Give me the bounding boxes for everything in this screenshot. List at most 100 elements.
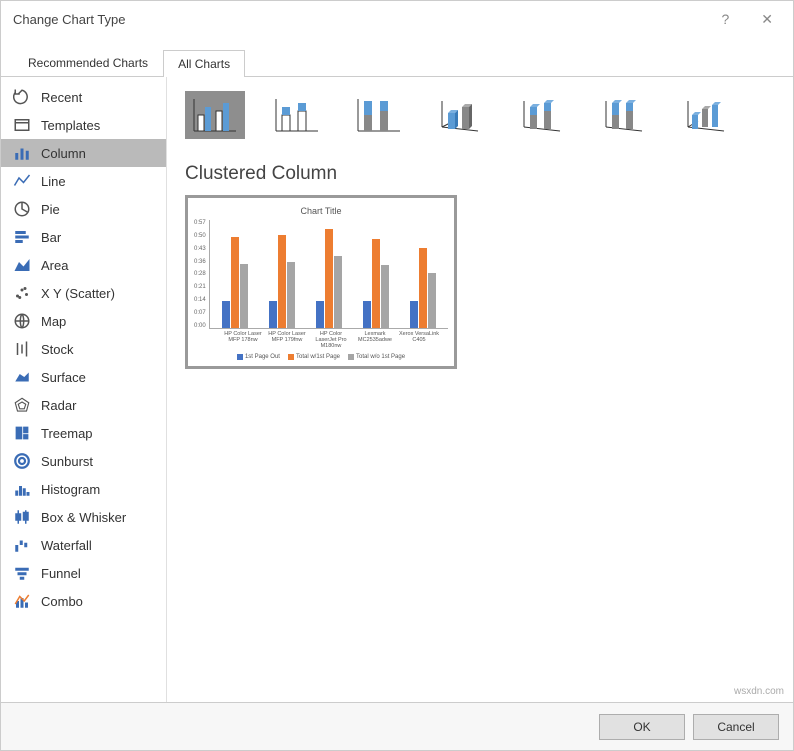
bar [381, 265, 389, 327]
bar-group [410, 220, 436, 328]
sidebar-item-area[interactable]: Area [1, 251, 166, 279]
cancel-button[interactable]: Cancel [693, 714, 779, 740]
subtype-100-stacked-column[interactable] [349, 91, 409, 139]
sidebar-item-surface[interactable]: Surface [1, 363, 166, 391]
sidebar-item-bar[interactable]: Bar [1, 223, 166, 251]
sidebar-item-boxwhisker[interactable]: Box & Whisker [1, 503, 166, 531]
y-axis: 0:570:500:430:360:280:210:140:070:00 [194, 220, 209, 329]
bar-group [363, 220, 389, 328]
sidebar-item-stock[interactable]: Stock [1, 335, 166, 363]
legend-item: Total w/1st Page [288, 354, 340, 360]
sidebar-label: Treemap [41, 426, 93, 441]
subtype-stacked-column[interactable] [267, 91, 327, 139]
sidebar-item-map[interactable]: Map [1, 307, 166, 335]
bar [372, 239, 380, 328]
sidebar-label: Surface [41, 370, 86, 385]
sidebar-label: Radar [41, 398, 76, 413]
y-tick: 0:07 [194, 310, 206, 316]
dialog-content: Recent Templates Column Line Pie Bar [1, 77, 793, 702]
bar [428, 273, 436, 328]
sidebar-label: Stock [41, 342, 74, 357]
main-panel: Clustered Column Chart Title 0:570:500:4… [167, 77, 793, 702]
dialog-footer: OK Cancel [1, 702, 793, 750]
subtype-3d-stacked-column[interactable] [513, 91, 573, 139]
close-button[interactable]: ✕ [753, 7, 781, 32]
surface-chart-icon [13, 368, 31, 386]
histogram-chart-icon [13, 480, 31, 498]
sidebar-item-treemap[interactable]: Treemap [1, 419, 166, 447]
bar [278, 235, 286, 328]
bar [240, 264, 248, 328]
sidebar-label: Area [41, 258, 68, 273]
map-chart-icon [13, 312, 31, 330]
sidebar-label: Map [41, 314, 66, 329]
sidebar-label: Histogram [41, 482, 100, 497]
sidebar-item-radar[interactable]: Radar [1, 391, 166, 419]
legend-swatch [237, 354, 243, 360]
radar-chart-icon [13, 396, 31, 414]
stock-chart-icon [13, 340, 31, 358]
combo-chart-icon [13, 592, 31, 610]
sidebar-item-line[interactable]: Line [1, 167, 166, 195]
recent-icon [13, 88, 31, 106]
titlebar-controls: ? ✕ [713, 7, 781, 32]
sidebar-label: Funnel [41, 566, 81, 581]
y-tick: 0:36 [194, 259, 206, 265]
bar [410, 301, 418, 327]
x-axis: HP Color Laser MFP 178nwHP Color Laser M… [201, 329, 441, 351]
help-button[interactable]: ? [713, 7, 737, 31]
x-tick: HP Color Laser MFP 179fnw [265, 331, 309, 349]
sidebar-item-histogram[interactable]: Histogram [1, 475, 166, 503]
tab-all-charts[interactable]: All Charts [163, 50, 245, 77]
legend-item: Total w/o 1st Page [348, 354, 405, 360]
subtype-3d-100-stacked-column[interactable] [595, 91, 655, 139]
sidebar-item-templates[interactable]: Templates [1, 111, 166, 139]
legend-swatch [348, 354, 354, 360]
column-chart-icon [13, 144, 31, 162]
subtype-clustered-column[interactable] [185, 91, 245, 139]
y-tick: 0:14 [194, 297, 206, 303]
bar [231, 237, 239, 328]
sidebar-label: Recent [41, 90, 82, 105]
sidebar-item-pie[interactable]: Pie [1, 195, 166, 223]
chart-preview[interactable]: Chart Title 0:570:500:430:360:280:210:14… [185, 195, 457, 369]
sidebar-item-funnel[interactable]: Funnel [1, 559, 166, 587]
watermark: wsxdn.com [734, 686, 784, 697]
subtype-3d-clustered-column[interactable] [431, 91, 491, 139]
legend-item: 1st Page Out [237, 354, 280, 360]
sidebar-label: Line [41, 174, 66, 189]
sidebar-item-column[interactable]: Column [1, 139, 166, 167]
y-tick: 0:43 [194, 246, 206, 252]
y-tick: 0:57 [194, 220, 206, 226]
bar [419, 248, 427, 327]
subtype-3d-column[interactable] [677, 91, 737, 139]
sidebar-item-recent[interactable]: Recent [1, 83, 166, 111]
sidebar-label: Box & Whisker [41, 510, 126, 525]
tab-strip: Recommended Charts All Charts [1, 37, 793, 77]
legend: 1st Page Out Total w/1st Page Total w/o … [237, 351, 405, 360]
selected-chart-name: Clustered Column [185, 163, 775, 185]
x-tick: Lexmark MC2535adwe [353, 331, 397, 349]
bars [210, 220, 448, 328]
box-whisker-icon [13, 508, 31, 526]
funnel-chart-icon [13, 564, 31, 582]
bar-group [222, 220, 248, 328]
sidebar-item-waterfall[interactable]: Waterfall [1, 531, 166, 559]
area-chart-icon [13, 256, 31, 274]
y-tick: 0:28 [194, 271, 206, 277]
sidebar-item-scatter[interactable]: X Y (Scatter) [1, 279, 166, 307]
treemap-chart-icon [13, 424, 31, 442]
sidebar-item-combo[interactable]: Combo [1, 587, 166, 615]
ok-button[interactable]: OK [599, 714, 685, 740]
tab-recommended-charts[interactable]: Recommended Charts [13, 49, 163, 76]
titlebar: Change Chart Type ? ✕ [1, 1, 793, 37]
dialog-title: Change Chart Type [13, 12, 126, 27]
sidebar-label: Sunburst [41, 454, 93, 469]
bar [222, 301, 230, 327]
sidebar-label: Bar [41, 230, 61, 245]
sidebar-item-sunburst[interactable]: Sunburst [1, 447, 166, 475]
bar [363, 301, 371, 327]
pie-chart-icon [13, 200, 31, 218]
bar [325, 229, 333, 327]
bar-chart-icon [13, 228, 31, 246]
